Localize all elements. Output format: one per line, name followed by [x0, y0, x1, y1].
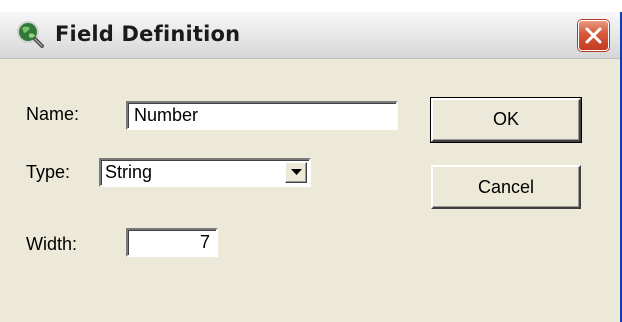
field-definition-dialog: Field Definition Name: Number Type: Stri…: [0, 12, 622, 322]
close-button[interactable]: [578, 20, 609, 51]
type-dropdown-button[interactable]: [285, 162, 307, 183]
search-globe-icon: [14, 19, 46, 51]
type-select-value: String: [105, 162, 153, 182]
window-title: Field Definition: [55, 22, 241, 46]
width-field[interactable]: 7: [126, 228, 218, 257]
cancel-button[interactable]: Cancel: [431, 165, 581, 209]
type-label: Type:: [26, 162, 71, 182]
title-bar[interactable]: Field Definition: [0, 12, 620, 59]
name-label: Name:: [26, 104, 80, 124]
ok-button[interactable]: OK: [430, 97, 582, 143]
name-field[interactable]: Number: [126, 101, 398, 130]
dialog-body: Name: Number Type: String Width: 7 OK Ca…: [0, 59, 620, 322]
width-label: Width:: [26, 234, 78, 254]
type-select[interactable]: String: [99, 158, 311, 187]
